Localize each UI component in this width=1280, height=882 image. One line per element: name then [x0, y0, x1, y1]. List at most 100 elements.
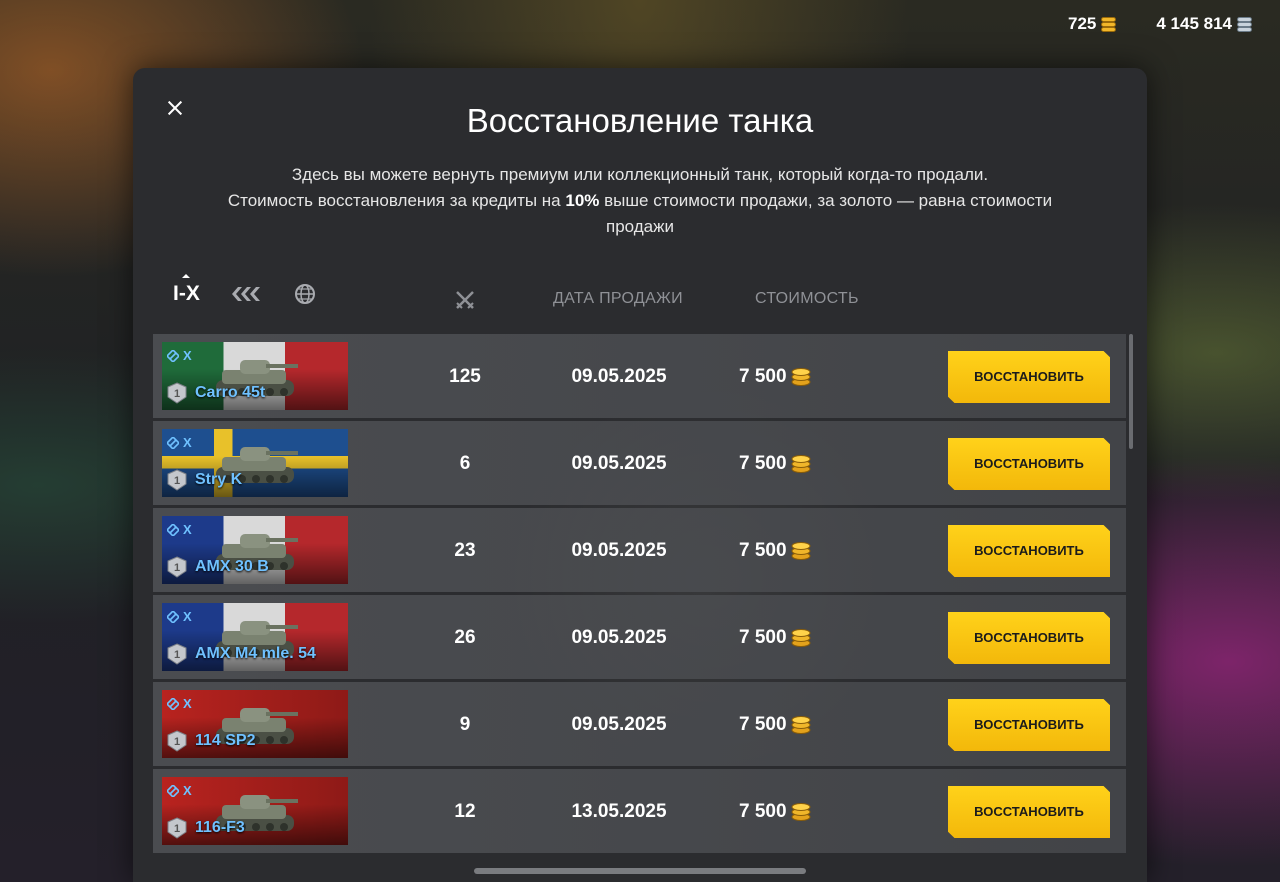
restore-price: 7 500 — [739, 540, 849, 562]
tier-filter[interactable]: I-X — [173, 274, 200, 306]
mastery-badge-icon: 1 — [167, 730, 187, 752]
battles-count: 9 — [459, 714, 471, 735]
tank-thumbnail: X 1 Stry K — [162, 429, 348, 497]
battles-count: 26 — [454, 627, 476, 648]
silver-coin-icon — [1237, 16, 1252, 32]
restore-button[interactable]: ВОССТАНОВИТЬ — [948, 612, 1110, 664]
tank-thumbnail: X 1 114 SP2 — [162, 690, 348, 758]
restore-button[interactable]: ВОССТАНОВИТЬ — [948, 438, 1110, 490]
sale-date: 13.05.2025 — [571, 801, 667, 822]
tank-thumbnail: X 1 116-F3 — [162, 777, 348, 845]
tank-thumbnail: X 1 AMX M4 mle. 54 — [162, 603, 348, 671]
description-line-1: Здесь вы можете вернуть премиум или колл… — [291, 165, 989, 184]
price-amount: 7 500 — [739, 366, 787, 387]
mastery-badge-icon: 1 — [167, 643, 187, 665]
percent-value: 10% — [565, 191, 600, 210]
gold-coin-icon — [791, 803, 811, 821]
tank-thumbnail: X 1 AMX 30 B — [162, 516, 348, 584]
filter-bar: I-X — [173, 274, 316, 306]
gold-coin-icon — [791, 629, 811, 647]
price-amount: 7 500 — [739, 540, 787, 561]
tank-row[interactable]: X 1 Stry K 6 09.05.2025 7 500 ВОССТАНОВИ… — [153, 421, 1126, 505]
restore-button[interactable]: ВОССТАНОВИТЬ — [948, 525, 1110, 577]
description-text: выше стоимости продажи, за золото — равн… — [599, 191, 1053, 236]
battles-count: 23 — [454, 540, 476, 561]
gold-coin-icon — [791, 455, 811, 473]
restore-price: 7 500 — [739, 453, 849, 475]
gold-amount: 725 — [1067, 14, 1097, 33]
restore-tank-dialog: Восстановление танка Здесь вы можете вер… — [133, 68, 1147, 882]
restore-price: 7 500 — [739, 714, 849, 736]
tank-class-badge: X — [167, 522, 192, 537]
mastery-level: 1 — [174, 388, 180, 400]
gold-balance: 725 — [1067, 14, 1117, 34]
tank-row[interactable]: X 1 AMX 30 B 23 09.05.2025 7 500 ВОССТАН… — [153, 508, 1126, 592]
tank-name: Carro 45t — [195, 384, 266, 401]
tank-name: AMX 30 B — [195, 558, 269, 575]
description-line-2: Стоимость восстановления за кредиты на 1… — [193, 188, 1087, 240]
dialog-title: Восстановление танка — [466, 102, 814, 139]
battles-count: 6 — [459, 453, 471, 474]
restore-button[interactable]: ВОССТАНОВИТЬ — [948, 351, 1110, 403]
sale-date: 09.05.2025 — [571, 366, 667, 387]
price-amount: 7 500 — [739, 627, 787, 648]
battles-column-crossed-swords-icon[interactable] — [453, 288, 477, 312]
gold-coin-icon — [791, 542, 811, 560]
sale-date: 09.05.2025 — [571, 714, 667, 735]
sale-date: 09.05.2025 — [571, 540, 667, 561]
battles-count: 125 — [449, 366, 481, 387]
nation-filter-globe-icon[interactable] — [294, 283, 316, 305]
mastery-level: 1 — [174, 823, 180, 835]
mastery-badge-icon: 1 — [167, 556, 187, 578]
currency-bar: 725 4 145 814 — [1068, 14, 1252, 34]
mastery-badge-icon: 1 — [167, 817, 187, 839]
restore-price: 7 500 — [739, 627, 849, 649]
mastery-level: 1 — [174, 562, 180, 574]
restore-button[interactable]: ВОССТАНОВИТЬ — [948, 699, 1110, 751]
sale-date-column-header[interactable]: ДАТА ПРОДАЖИ — [553, 290, 683, 308]
vehicle-type-filter-icon[interactable] — [230, 284, 264, 304]
mastery-badge-icon: 1 — [167, 382, 187, 404]
tank-row[interactable]: X 1 Carro 45t 125 09.05.2025 7 500 ВОССТ… — [153, 334, 1126, 418]
tank-row[interactable]: X 1 116-F3 12 13.05.2025 7 500 ВОССТАНОВ… — [153, 769, 1126, 853]
tank-name: 116-F3 — [195, 819, 245, 836]
mastery-level: 1 — [174, 649, 180, 661]
tank-tier: X — [183, 783, 192, 798]
restore-button[interactable]: ВОССТАНОВИТЬ — [948, 786, 1110, 838]
tank-class-badge: X — [167, 435, 192, 450]
tank-tier: X — [183, 435, 192, 450]
tank-thumbnail: X 1 Carro 45t — [162, 342, 348, 410]
sale-date: 09.05.2025 — [571, 453, 667, 474]
restore-price: 7 500 — [739, 801, 849, 823]
tank-row[interactable]: X 1 AMX M4 mle. 54 26 09.05.2025 7 500 В… — [153, 595, 1126, 679]
silver-amount: 4 145 814 — [1156, 14, 1232, 33]
mastery-badge-icon: 1 — [167, 469, 187, 491]
price-amount: 7 500 — [739, 801, 787, 822]
medium-tank-icon — [167, 523, 179, 536]
medium-tank-icon — [167, 784, 179, 797]
mastery-level: 1 — [174, 475, 180, 487]
price-column-header[interactable]: СТОИМОСТЬ — [755, 290, 859, 308]
price-amount: 7 500 — [739, 714, 787, 735]
medium-tank-icon — [167, 349, 179, 362]
gold-coin-icon — [1101, 16, 1117, 32]
sale-date: 09.05.2025 — [571, 627, 667, 648]
sold-tanks-list: X 1 Carro 45t 125 09.05.2025 7 500 ВОССТ… — [153, 334, 1126, 856]
tank-row[interactable]: X 1 114 SP2 9 09.05.2025 7 500 ВОССТАНОВ… — [153, 682, 1126, 766]
dialog-description: Здесь вы можете вернуть премиум или колл… — [193, 162, 1087, 240]
gold-coin-icon — [791, 716, 811, 734]
gold-coin-icon — [791, 368, 811, 386]
scrollbar[interactable] — [1129, 334, 1133, 449]
tank-name: Stry K — [195, 471, 243, 488]
tank-class-badge: X — [167, 348, 192, 363]
tank-tier: X — [183, 609, 192, 624]
tank-class-badge: X — [167, 783, 192, 798]
silver-balance: 4 145 814 — [1156, 14, 1252, 34]
restore-price: 7 500 — [739, 366, 849, 388]
mastery-level: 1 — [174, 736, 180, 748]
description-text: Стоимость восстановления за кредиты на — [227, 191, 566, 210]
home-indicator — [474, 868, 806, 874]
medium-tank-icon — [167, 697, 179, 710]
medium-tank-icon — [167, 610, 179, 623]
tank-name: AMX M4 mle. 54 — [195, 645, 316, 662]
